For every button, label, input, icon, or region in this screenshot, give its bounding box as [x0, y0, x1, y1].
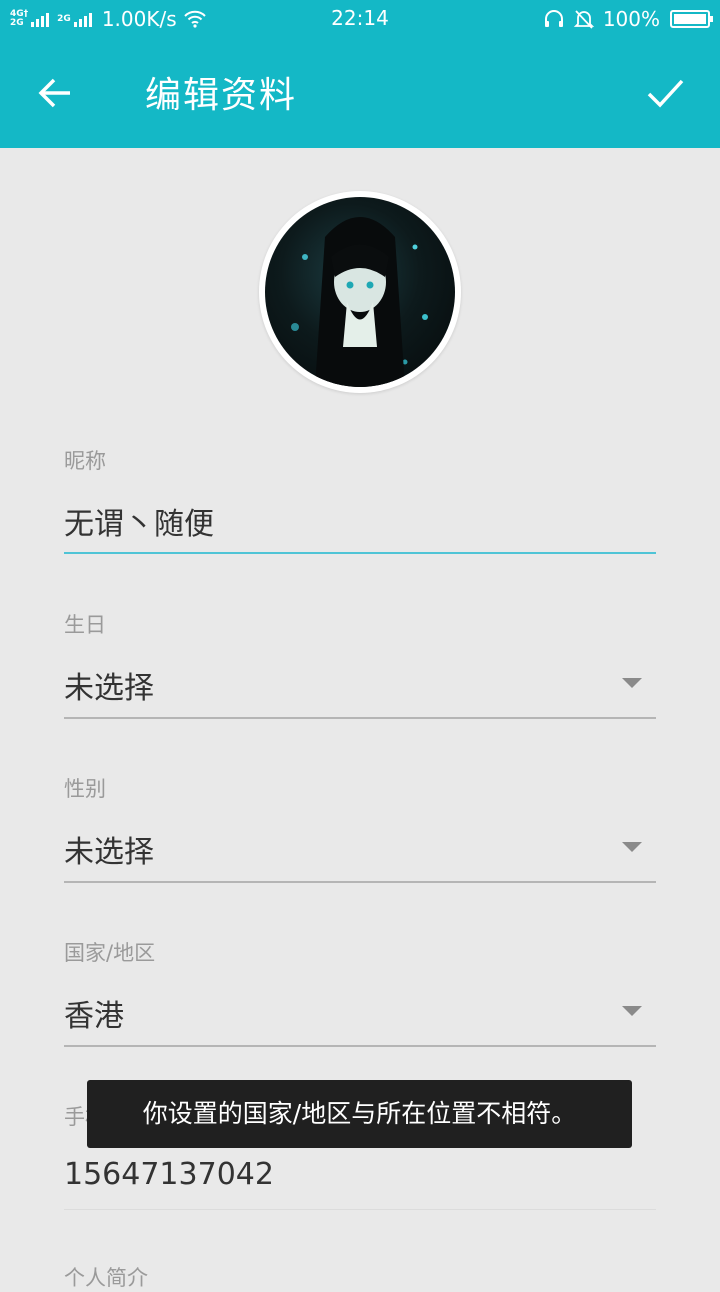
toast-message: 你设置的国家/地区与所在位置不相符。: [87, 1080, 632, 1148]
battery-icon: [670, 10, 713, 28]
arrow-left-icon[interactable]: [30, 68, 80, 118]
birthday-field[interactable]: 生日 未选择: [64, 609, 656, 721]
nickname-underline: [64, 552, 656, 554]
bio-label: 个人简介: [64, 1266, 148, 1290]
headset-icon: [544, 10, 563, 27]
birthday-select[interactable]: 未选择: [64, 663, 154, 707]
app-toolbar: 编辑资料: [0, 38, 720, 148]
chevron-down-icon[interactable]: [622, 842, 642, 852]
nickname-input[interactable]: 无谓丶随便: [64, 499, 214, 543]
page-title: 编辑资料: [145, 75, 298, 116]
region-underline: [64, 1045, 656, 1047]
nickname-label: 昵称: [64, 449, 106, 473]
battery-percent: 100%: [602, 7, 660, 31]
status-right: 100%: [543, 6, 713, 32]
checkmark-icon[interactable]: [640, 68, 690, 118]
gender-select[interactable]: 未选择: [64, 827, 154, 871]
avatar-image: [265, 197, 455, 387]
phone-input[interactable]: 15647137042: [64, 1157, 274, 1192]
region-select[interactable]: 香港: [64, 991, 124, 1035]
region-label: 国家/地区: [64, 941, 156, 965]
avatar[interactable]: [259, 191, 461, 393]
birthday-label: 生日: [64, 613, 106, 637]
gender-label: 性别: [64, 777, 106, 801]
mute-bell-icon: [573, 10, 594, 29]
avatar-illustration: [291, 217, 428, 387]
chevron-down-icon[interactable]: [622, 678, 642, 688]
region-field[interactable]: 国家/地区 香港: [64, 937, 656, 1049]
phone-underline: [64, 1209, 656, 1210]
gender-field[interactable]: 性别 未选择: [64, 773, 656, 885]
birthday-underline: [64, 717, 656, 719]
status-bar: 4G† 2G 2G 1.00K/s 22:14 100%: [0, 0, 720, 38]
chevron-down-icon[interactable]: [622, 1006, 642, 1016]
gender-underline: [64, 881, 656, 883]
nickname-field[interactable]: 昵称 无谓丶随便: [64, 445, 656, 557]
bio-field[interactable]: 个人简介: [64, 1262, 656, 1292]
